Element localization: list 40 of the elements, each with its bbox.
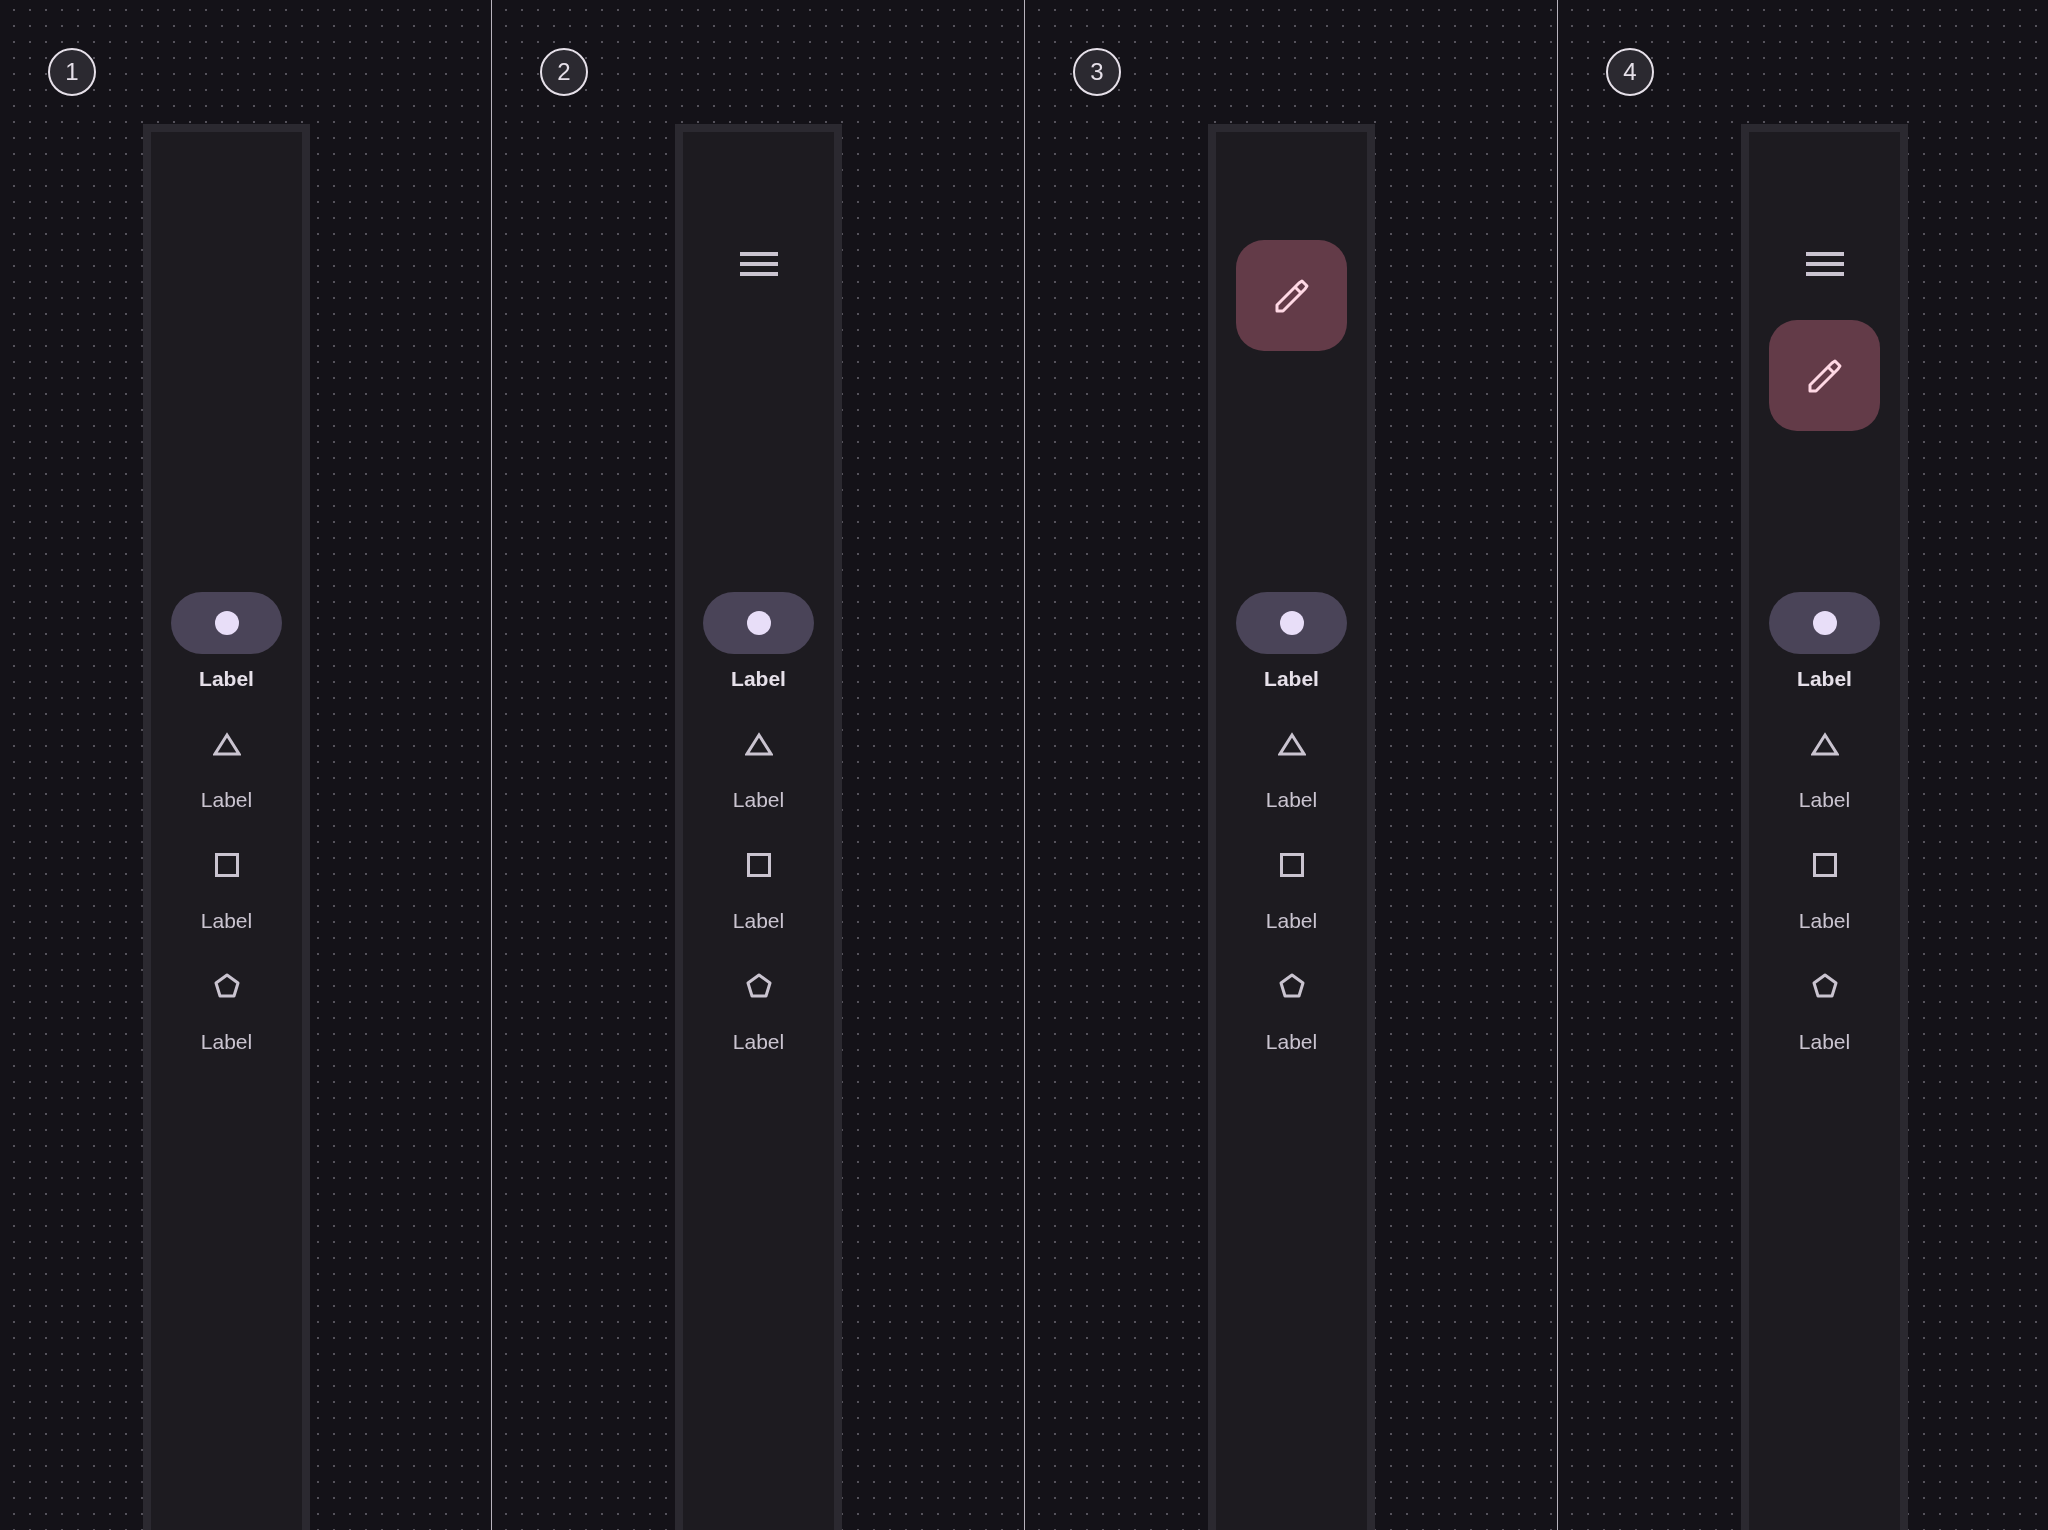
pentagon-icon [1278,973,1305,999]
circle-icon [746,611,771,635]
rail-destination[interactable]: Label [1769,834,1880,933]
pentagon-icon [745,973,772,999]
rail-destination[interactable]: Label [1236,955,1347,1054]
circle-icon [1279,611,1304,635]
triangle-icon [212,732,241,756]
rail-destination[interactable]: Label [1236,834,1347,933]
edit-fab[interactable] [1769,320,1880,431]
menu-button[interactable] [1805,252,1844,276]
square-icon [746,853,771,877]
triangle-icon [744,732,773,756]
step-number: 3 [1073,48,1121,96]
edit-fab[interactable] [1236,240,1347,351]
square-icon [1812,853,1837,877]
rail-destination[interactable]: Label [171,955,282,1054]
rail-destination[interactable]: Label [1769,713,1880,812]
menu-icon [1805,252,1844,276]
rail-destination[interactable]: Label [171,834,282,933]
square-icon [214,853,239,877]
pentagon-icon [213,973,240,999]
menu-icon [739,252,778,276]
step-number: 1 [48,48,96,96]
square-icon [1279,853,1304,877]
menu-button[interactable] [739,252,778,276]
pencil-icon [1806,357,1843,394]
triangle-icon [1810,732,1839,756]
rail-destination[interactable]: Label [703,955,814,1054]
rail-destination[interactable]: Label [171,713,282,812]
rail-destination[interactable]: Label [1236,713,1347,812]
step-number: 2 [540,48,588,96]
pencil-icon [1273,277,1310,314]
circle-icon [214,611,239,635]
rail-destination[interactable]: Label [703,834,814,933]
triangle-icon [1277,732,1306,756]
circle-icon [1812,611,1837,635]
rail-destination[interactable]: Label [703,713,814,812]
step-number: 4 [1606,48,1654,96]
rail-destination[interactable]: Label [1769,955,1880,1054]
pentagon-icon [1811,973,1838,999]
